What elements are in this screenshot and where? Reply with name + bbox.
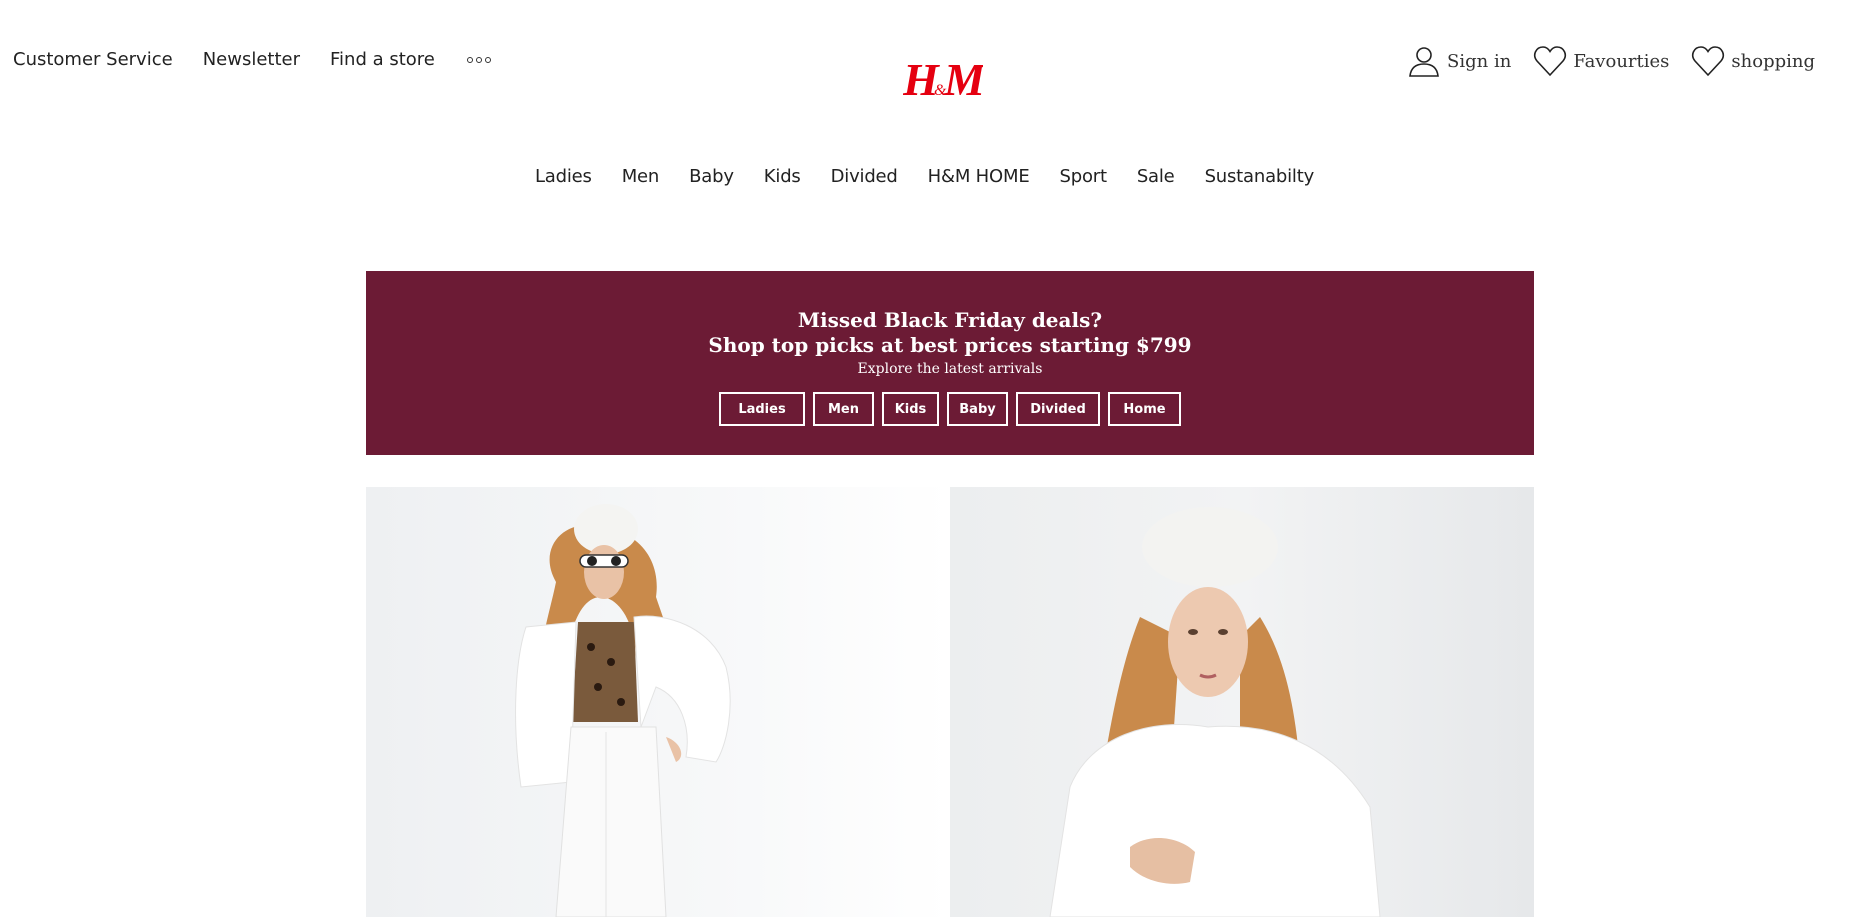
find-store-link[interactable]: Find a store: [330, 49, 435, 70]
hero-image-grid: [366, 487, 1534, 917]
nav-baby[interactable]: Baby: [689, 166, 734, 187]
favourites-label: Favourties: [1573, 50, 1670, 72]
newsletter-link[interactable]: Newsletter: [203, 49, 300, 70]
promo-ladies-button[interactable]: Ladies: [719, 392, 805, 426]
nav-men[interactable]: Men: [622, 166, 660, 187]
user-icon: [1409, 47, 1439, 77]
promo-caption: Explore the latest arrivals: [857, 361, 1043, 377]
utility-nav: Customer Service Newsletter Find a store: [13, 49, 491, 70]
logo-m: M: [943, 54, 983, 105]
main-category-nav: Ladies Men Baby Kids Divided H&M HOME Sp…: [0, 166, 1849, 187]
promo-men-button[interactable]: Men: [813, 392, 874, 426]
promo-subheadline: Shop top picks at best prices starting $…: [708, 333, 1192, 357]
promo-baby-button[interactable]: Baby: [947, 392, 1008, 426]
promo-button-group: Ladies Men Kids Baby Divided Home: [366, 392, 1534, 426]
hm-logo[interactable]: H & M: [902, 50, 987, 110]
sign-in-label: Sign in: [1447, 50, 1512, 72]
heart-icon: [1692, 46, 1725, 77]
heart-icon: [1534, 46, 1567, 77]
hero-image-right[interactable]: [950, 487, 1534, 917]
promo-banner: Missed Black Friday deals? Shop top pick…: [366, 271, 1534, 455]
shopping-label: shopping: [1731, 50, 1815, 72]
nav-sustainability[interactable]: Sustanabilty: [1205, 166, 1315, 187]
promo-headline: Missed Black Friday deals?: [797, 308, 1103, 332]
shopping-bag-button[interactable]: shopping: [1691, 45, 1815, 77]
model-illustration-left: [515, 504, 731, 917]
nav-kids[interactable]: Kids: [764, 166, 801, 187]
account-nav: Sign in Favourties shopping: [1385, 44, 1815, 78]
nav-divided[interactable]: Divided: [831, 166, 898, 187]
nav-sport[interactable]: Sport: [1060, 166, 1108, 187]
promo-kids-button[interactable]: Kids: [882, 392, 939, 426]
customer-service-link[interactable]: Customer Service: [13, 49, 173, 70]
promo-home-button[interactable]: Home: [1108, 392, 1181, 426]
more-dots-icon[interactable]: [466, 50, 491, 70]
nav-hm-home[interactable]: H&M HOME: [928, 166, 1030, 187]
sign-in-button[interactable]: Sign in: [1407, 44, 1511, 78]
hero-image-left[interactable]: [366, 487, 950, 917]
model-illustration-right: [1049, 507, 1381, 917]
promo-divided-button[interactable]: Divided: [1016, 392, 1100, 426]
nav-ladies[interactable]: Ladies: [535, 166, 592, 187]
nav-sale[interactable]: Sale: [1137, 166, 1175, 187]
favourites-button[interactable]: Favourties: [1533, 45, 1669, 77]
